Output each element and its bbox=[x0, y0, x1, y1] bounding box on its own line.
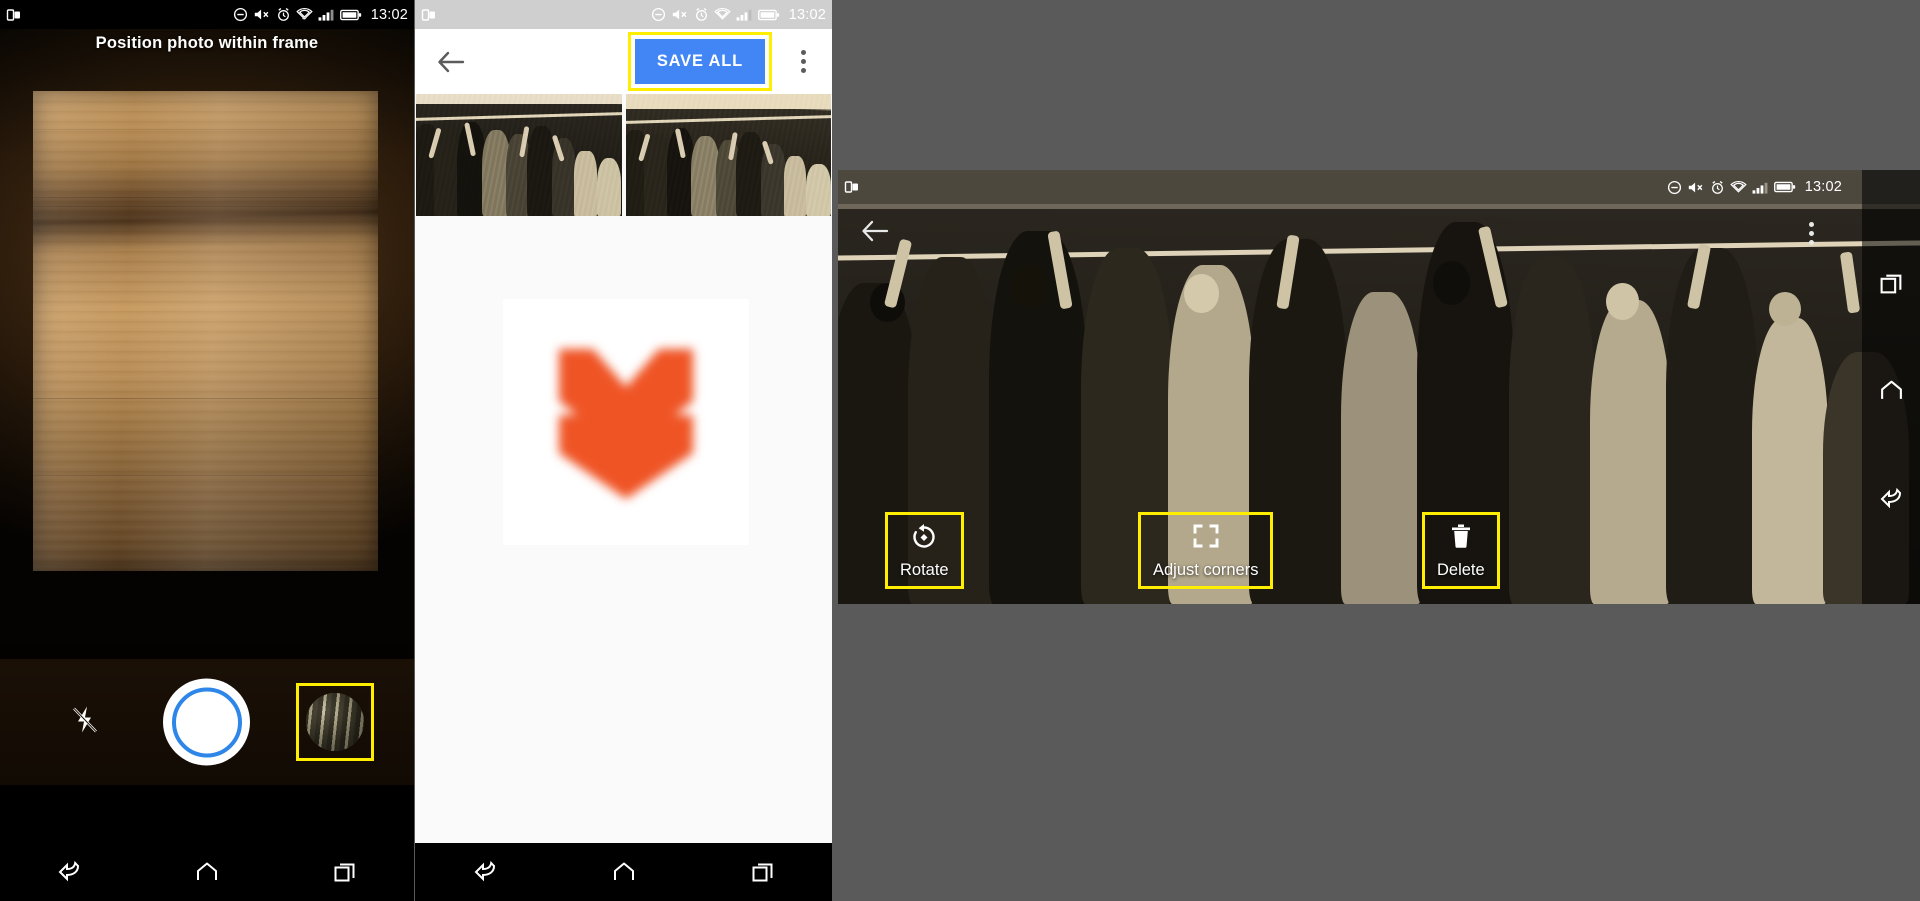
photo-frame-region[interactable] bbox=[33, 91, 378, 571]
alarm-icon bbox=[1710, 180, 1725, 195]
delete-tool-button[interactable]: Delete bbox=[1422, 511, 1500, 589]
camera-viewfinder[interactable] bbox=[0, 29, 414, 659]
home-icon[interactable] bbox=[589, 861, 659, 883]
multi-window-icon bbox=[844, 179, 860, 195]
orange-double-chevron-logo bbox=[551, 341, 701, 504]
alarm-icon bbox=[276, 7, 291, 22]
status-bar: 13:02 bbox=[0, 0, 414, 29]
panel-photo-review: 13:02 SAVE ALL bbox=[415, 0, 832, 901]
battery-icon bbox=[757, 8, 780, 22]
camera-controls bbox=[0, 659, 414, 785]
do-not-disturb-icon bbox=[651, 7, 666, 22]
adjust-corners-tool-label: Adjust corners bbox=[1153, 560, 1259, 579]
shutter-button[interactable] bbox=[163, 678, 250, 766]
scanned-photo-thumbnail[interactable] bbox=[416, 94, 622, 216]
edit-tool-bar: Rotate Adjust corners Delete bbox=[838, 511, 1862, 589]
mute-icon bbox=[671, 7, 689, 22]
adjust-corners-tool-button[interactable]: Adjust corners bbox=[1138, 511, 1274, 589]
crop-corners-icon bbox=[1192, 523, 1220, 554]
review-body bbox=[415, 216, 832, 843]
status-bar: 13:02 bbox=[838, 170, 1920, 204]
status-bar-clock: 13:02 bbox=[370, 6, 408, 23]
scanned-photo-thumbnails bbox=[415, 94, 832, 216]
system-nav-bar bbox=[1862, 170, 1920, 604]
page-title: Position photo within frame bbox=[95, 34, 319, 52]
trash-icon bbox=[1449, 523, 1473, 554]
back-arrow-icon[interactable] bbox=[429, 40, 473, 84]
rotate-tool-label: Rotate bbox=[900, 560, 949, 579]
status-bar-clock: 13:02 bbox=[1804, 179, 1842, 195]
signal-icon bbox=[318, 7, 335, 22]
multi-window-icon bbox=[6, 7, 22, 23]
app-bar bbox=[838, 204, 1920, 262]
do-not-disturb-icon bbox=[233, 7, 248, 22]
save-all-highlight: SAVE ALL bbox=[627, 32, 772, 91]
back-icon[interactable] bbox=[1878, 487, 1904, 516]
signal-icon bbox=[736, 7, 753, 22]
wifi-icon bbox=[296, 7, 313, 22]
screenshot-stage: 13:02 Position photo within frame 13:02 … bbox=[0, 0, 1920, 901]
scanned-photo-thumbnail[interactable] bbox=[625, 94, 831, 216]
more-options-icon[interactable] bbox=[1796, 221, 1826, 245]
signal-icon bbox=[1752, 180, 1769, 195]
app-bar: SAVE ALL bbox=[415, 29, 832, 94]
wifi-icon bbox=[714, 7, 731, 22]
do-not-disturb-icon bbox=[1667, 180, 1682, 195]
delete-tool-label: Delete bbox=[1437, 560, 1485, 579]
recents-icon[interactable] bbox=[1879, 272, 1904, 300]
status-bar-left bbox=[844, 179, 860, 195]
battery-icon bbox=[339, 8, 362, 22]
wifi-icon bbox=[1730, 180, 1747, 195]
status-bar-right: 13:02 bbox=[233, 7, 408, 23]
status-bar-right: 13:02 bbox=[1667, 179, 1842, 195]
panel-photo-edit: 13:02 Rotate Adjust corners Delete bbox=[838, 170, 1920, 604]
home-icon[interactable] bbox=[172, 861, 242, 883]
mute-icon bbox=[253, 7, 271, 22]
rotate-tool-button[interactable]: Rotate bbox=[885, 511, 964, 589]
home-icon[interactable] bbox=[1879, 379, 1904, 407]
more-options-icon[interactable] bbox=[788, 50, 818, 73]
status-bar-left bbox=[6, 7, 22, 23]
last-photo-thumbnail-highlight[interactable] bbox=[296, 683, 374, 761]
system-nav-bar bbox=[0, 843, 414, 901]
panel-camera-capture: 13:02 Position photo within frame bbox=[0, 0, 414, 901]
system-nav-bar bbox=[415, 843, 832, 901]
back-icon[interactable] bbox=[450, 860, 520, 884]
save-all-button[interactable]: SAVE ALL bbox=[634, 39, 765, 84]
flash-off-icon[interactable] bbox=[72, 705, 98, 740]
last-photo-thumbnail[interactable] bbox=[306, 693, 364, 751]
rotate-icon bbox=[910, 523, 938, 554]
shutter-inner-ring bbox=[171, 687, 242, 757]
status-bar-left bbox=[421, 7, 437, 23]
back-icon[interactable] bbox=[34, 860, 104, 884]
app-logo-card bbox=[503, 299, 749, 545]
mute-icon bbox=[1687, 180, 1705, 195]
recents-icon[interactable] bbox=[310, 861, 380, 883]
status-bar-right: 13:02 bbox=[651, 7, 826, 23]
back-arrow-icon[interactable] bbox=[860, 218, 890, 249]
multi-window-icon bbox=[421, 7, 437, 23]
status-bar: 13:02 bbox=[415, 0, 832, 29]
recents-icon[interactable] bbox=[728, 861, 798, 883]
battery-icon bbox=[1773, 180, 1796, 194]
alarm-icon bbox=[694, 7, 709, 22]
status-bar-clock: 13:02 bbox=[788, 6, 826, 23]
